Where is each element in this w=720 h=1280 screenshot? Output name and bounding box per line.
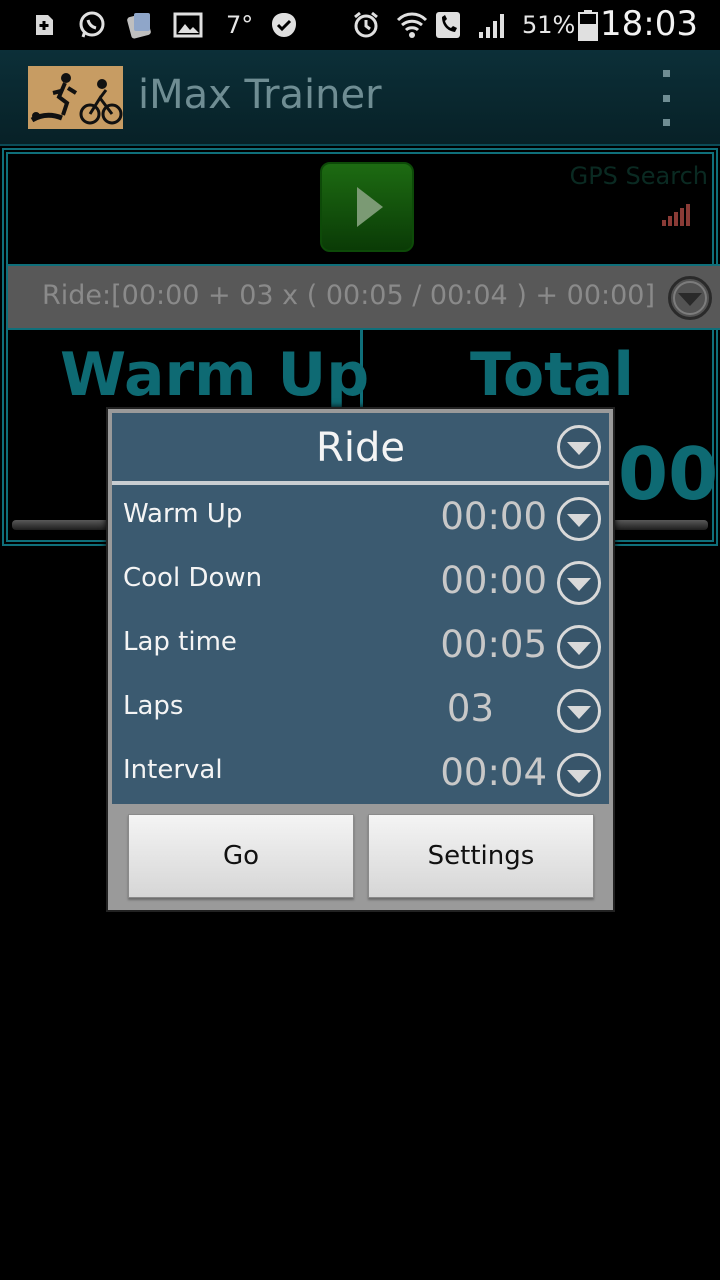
action-bar: iMax Trainer xyxy=(0,50,720,146)
row-value: 03 xyxy=(446,687,494,730)
total-label: Total xyxy=(470,340,634,410)
battery-percent: 51% xyxy=(522,11,576,39)
dialog-title: Ride xyxy=(316,425,405,471)
row-label: Warm Up xyxy=(123,499,243,529)
status-bar: 7° 51% 18:03 xyxy=(0,0,720,50)
row-value: 00:04 xyxy=(440,751,547,794)
row-label: Lap time xyxy=(123,627,237,657)
interval-row[interactable]: Interval 00:04 xyxy=(112,743,609,807)
gps-signal-icon xyxy=(662,202,698,226)
workout-summary: Ride:[00:00 + 03 x ( 00:05 / 00:04 ) + 0… xyxy=(8,264,720,330)
temperature: 7° xyxy=(226,11,254,39)
play-icon xyxy=(357,187,383,227)
clock: 18:03 xyxy=(600,4,698,44)
row-label: Interval xyxy=(123,755,223,785)
wifi-icon xyxy=(396,8,428,42)
laps-dropdown-icon[interactable] xyxy=(557,689,601,733)
cool-down-dropdown-icon[interactable] xyxy=(557,561,601,605)
check-badge-icon xyxy=(268,8,300,42)
row-value: 00:00 xyxy=(440,559,547,602)
call-icon xyxy=(432,8,464,42)
overflow-menu-icon[interactable] xyxy=(652,70,680,126)
add-notification-icon xyxy=(28,8,60,42)
alarm-icon xyxy=(350,8,382,42)
settings-button[interactable]: Settings xyxy=(368,814,594,898)
row-value: 00:05 xyxy=(440,623,547,666)
app-icon xyxy=(124,8,156,42)
app-title: iMax Trainer xyxy=(138,72,382,118)
image-icon xyxy=(172,8,204,42)
lap-time-row[interactable]: Lap time 00:05 xyxy=(112,615,609,679)
play-button[interactable] xyxy=(320,162,414,252)
title-divider xyxy=(112,481,609,485)
laps-row[interactable]: Laps 03 xyxy=(112,679,609,743)
go-button[interactable]: Go xyxy=(128,814,354,898)
gps-status: GPS Search xyxy=(569,162,708,190)
lap-time-dropdown-icon[interactable] xyxy=(557,625,601,669)
app-logo[interactable] xyxy=(28,66,123,129)
warm-up-dropdown-icon[interactable] xyxy=(557,497,601,541)
summary-dropdown-icon[interactable] xyxy=(668,276,712,320)
interval-dropdown-icon[interactable] xyxy=(557,753,601,797)
ride-dialog: Ride Warm Up 00:00 Cool Down 00:00 Lap t… xyxy=(106,407,615,912)
signal-icon xyxy=(476,8,508,42)
row-label: Laps xyxy=(123,691,184,721)
warm-up-row[interactable]: Warm Up 00:00 xyxy=(112,487,609,551)
summary-text: Ride:[00:00 + 03 x ( 00:05 / 00:04 ) + 0… xyxy=(42,280,655,311)
whatsapp-icon xyxy=(76,8,108,42)
warm-up-label: Warm Up xyxy=(60,340,370,410)
row-label: Cool Down xyxy=(123,563,263,593)
title-dropdown-icon[interactable] xyxy=(557,425,601,469)
cool-down-row[interactable]: Cool Down 00:00 xyxy=(112,551,609,615)
total-value: 00 xyxy=(618,432,719,516)
row-value: 00:00 xyxy=(440,495,547,538)
